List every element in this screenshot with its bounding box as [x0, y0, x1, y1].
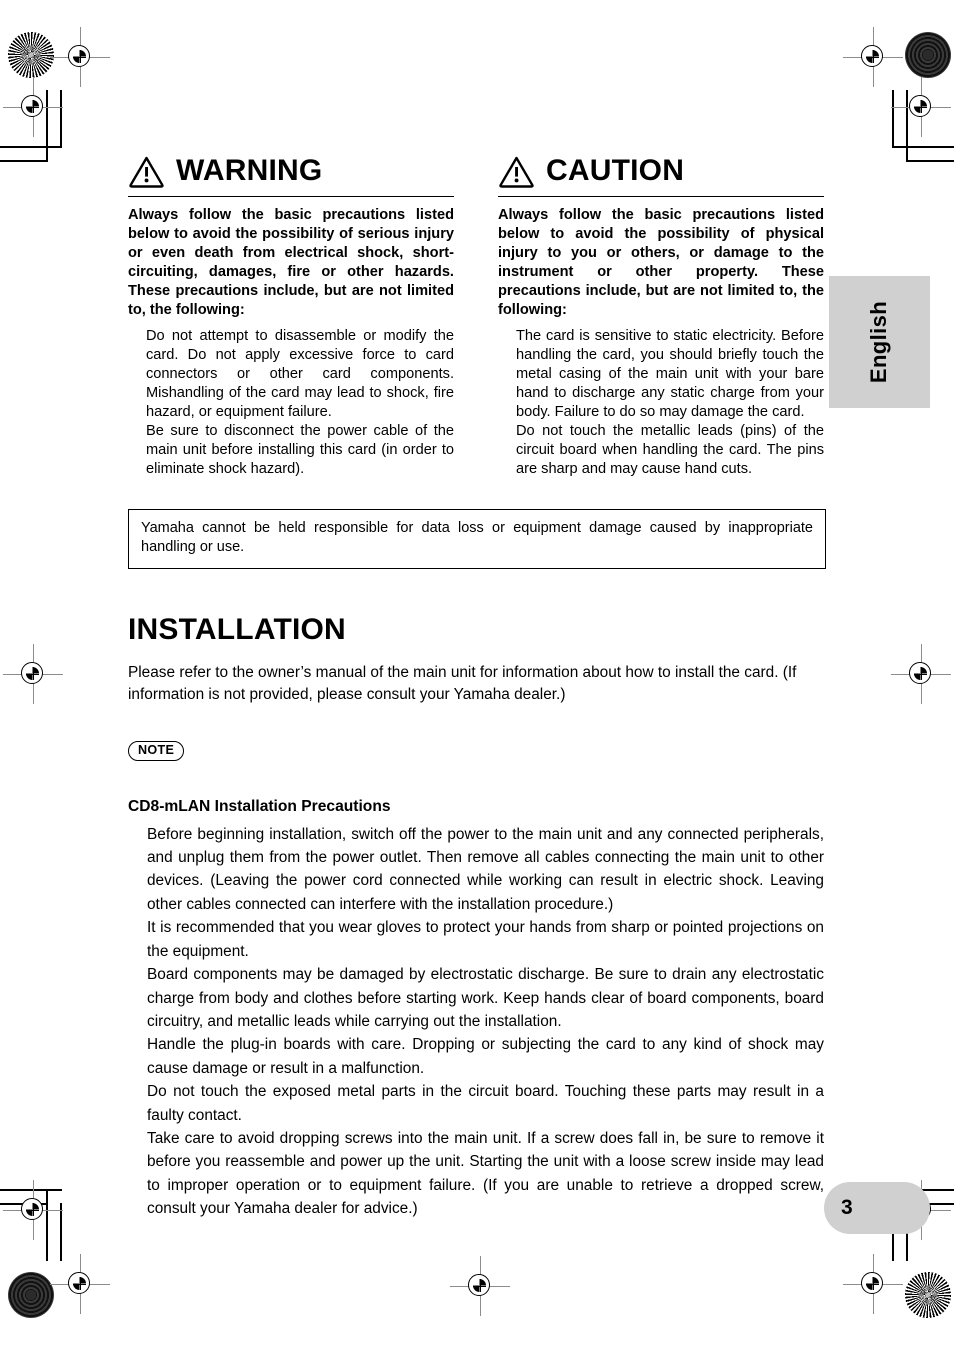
caution-header: CAUTION	[498, 150, 824, 192]
page-number: 3	[841, 1196, 853, 1219]
caution-item-list: The card is sensitive to static electric…	[498, 327, 824, 479]
disclaimer-box: Yamaha cannot be held responsible for da…	[128, 508, 826, 569]
warning-item-list: Do not attempt to disassemble or modify …	[128, 327, 454, 479]
precautions-heading: CD8-mLAN Installation Precautions	[128, 798, 391, 816]
warning-item: Be sure to disconnect the power cable of…	[146, 422, 454, 477]
manual-page: English 3 WARNING Always follow the basi…	[0, 0, 954, 1351]
precautions-list: Before beginning installation, switch of…	[128, 823, 824, 1221]
page-content: WARNING Always follow the basic precauti…	[128, 150, 826, 1221]
caution-item: The card is sensitive to static electric…	[516, 327, 824, 420]
precaution-item: Before beginning installation, switch of…	[147, 825, 824, 913]
language-tab-label: English	[866, 300, 892, 384]
caution-lead: Always follow the basic precautions list…	[498, 207, 824, 318]
warning-lead: Always follow the basic precautions list…	[128, 207, 454, 318]
precaution-item: It is recommended that you wear gloves t…	[147, 919, 824, 960]
caution-title: CAUTION	[546, 154, 685, 187]
warning-title: WARNING	[176, 154, 323, 187]
caution-item: Do not touch the metallic leads (pins) o…	[516, 422, 824, 477]
caution-rule	[498, 196, 824, 197]
warning-rule	[128, 196, 454, 197]
language-tab: English	[829, 276, 930, 408]
note-badge-wrapper: NOTE	[128, 707, 824, 762]
warning-triangle-icon	[129, 156, 164, 188]
caution-block: CAUTION Always follow the basic precauti…	[498, 150, 824, 479]
precaution-item: Board components may be damaged by elect…	[147, 966, 824, 1030]
precaution-item: Handle the plug-in boards with care. Dro…	[147, 1036, 824, 1077]
precaution-item: Take care to avoid dropping screws into …	[147, 1129, 824, 1218]
warning-item: Do not attempt to disassemble or modify …	[146, 327, 454, 420]
installation-intro: Please refer to the owner’s manual of th…	[128, 663, 797, 704]
note-badge: NOTE	[128, 740, 185, 762]
page-number-badge: 3	[824, 1182, 930, 1234]
alert-columns: WARNING Always follow the basic precauti…	[128, 150, 824, 479]
installation-heading: INSTALLATION	[128, 612, 346, 646]
precaution-item: Do not touch the exposed metal parts in …	[147, 1083, 824, 1124]
warning-block: WARNING Always follow the basic precauti…	[128, 150, 454, 479]
disclaimer-text: Yamaha cannot be held responsible for da…	[141, 519, 813, 556]
caution-triangle-icon	[499, 156, 534, 188]
warning-header: WARNING	[128, 150, 454, 192]
